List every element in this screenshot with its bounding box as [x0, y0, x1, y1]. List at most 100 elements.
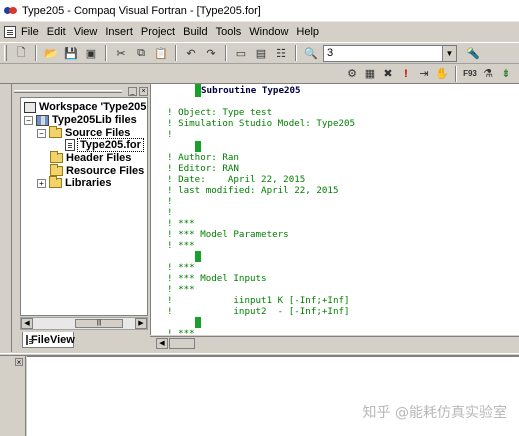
code-line: Subroutine Type205 — [201, 85, 301, 96]
collapse-icon[interactable]: − — [37, 128, 46, 138]
toolbar-separator — [225, 45, 227, 61]
copy-icon[interactable]: ⧉ — [133, 45, 149, 61]
tree-project[interactable]: − Type205Lib files — [24, 114, 137, 126]
tree-source-files-label: Source Files — [65, 127, 131, 139]
toolbar-separator — [295, 45, 297, 61]
window-title: Type205 - Compaq Visual Fortran - [Type2… — [22, 4, 261, 17]
build-icon[interactable]: ▦ — [363, 66, 377, 82]
code-line: ! *** Model Parameters — [167, 229, 289, 240]
output-dock-strip — [12, 356, 26, 436]
stop-build-icon[interactable]: ✖ — [381, 66, 395, 82]
workspace-grip[interactable] — [14, 89, 122, 93]
find-icon[interactable]: 🔦 — [465, 45, 481, 61]
tree-file-type205[interactable]: Type205.for — [65, 138, 144, 152]
toolbar-grip[interactable] — [4, 45, 7, 61]
menu-help[interactable]: Help — [296, 26, 319, 38]
code-line: ! iinput1 K [-Inf;+Inf] — [167, 295, 350, 306]
execute-icon[interactable]: ! — [399, 66, 413, 82]
wizard-icon[interactable]: ⚗ — [481, 66, 495, 82]
menu-build[interactable]: Build — [183, 26, 207, 38]
code-line: ! Editor: RAN — [167, 163, 239, 174]
folder-icon — [49, 176, 62, 188]
undo-icon[interactable]: ↶ — [183, 45, 199, 61]
output-window[interactable] — [27, 356, 519, 436]
fortran-file-icon — [65, 139, 75, 151]
open-folder-icon[interactable]: 📂 — [43, 45, 59, 61]
scroll-left-icon[interactable]: ◀ — [156, 338, 168, 349]
title-bar: Type205 - Compaq Visual Fortran - [Type2… — [0, 0, 519, 22]
workspace-icon — [24, 101, 36, 113]
menu-tools[interactable]: Tools — [216, 26, 242, 38]
code-line: ! last modified: April 22, 2015 — [167, 185, 339, 196]
breakpoint-icon[interactable]: ✋ — [435, 66, 449, 82]
tab-fileview[interactable]: FileView — [22, 332, 75, 348]
tree-workspace[interactable]: Workspace 'Type205': — [24, 101, 147, 113]
code-line: ! *** — [167, 240, 195, 251]
tree-header-files[interactable]: Header Files — [50, 151, 132, 164]
scroll-left-icon[interactable]: ◀ — [21, 318, 33, 329]
line-marker — [195, 251, 201, 262]
fileview-icon — [26, 334, 33, 345]
compile-icon[interactable]: ⚙ — [345, 66, 359, 82]
minimize-icon[interactable]: _ — [128, 86, 137, 96]
tree-source-files[interactable]: − Source Files — [37, 126, 131, 139]
scroll-track[interactable] — [169, 338, 195, 349]
code-line: ! input2 - [-Inf;+Inf] — [167, 306, 350, 317]
collapse-icon[interactable]: − — [24, 115, 33, 125]
workspace-icon[interactable]: ▭ — [233, 45, 249, 61]
scroll-thumb[interactable]: ||| — [75, 319, 123, 328]
find-combo[interactable]: 3 ▼ — [323, 44, 457, 62]
scroll-right-icon[interactable]: ▶ — [135, 318, 147, 329]
menu-file[interactable]: File — [21, 26, 39, 38]
pin-icon[interactable]: ⇟ — [499, 66, 513, 82]
tab-fileview-label: FileView — [31, 333, 75, 346]
close-icon[interactable]: × — [139, 86, 148, 96]
menu-edit[interactable]: Edit — [47, 26, 66, 38]
workspace-header: _ × — [14, 86, 148, 96]
tree-libraries[interactable]: + Libraries — [37, 176, 112, 189]
close-icon[interactable]: × — [15, 358, 23, 367]
menu-project[interactable]: Project — [141, 26, 175, 38]
tree-header-files-label: Header Files — [66, 152, 132, 164]
code-editor[interactable]: Subroutine Type205 ! Object: Type test !… — [150, 84, 519, 335]
window-list-icon[interactable]: ☷ — [273, 45, 289, 61]
document-icon[interactable] — [4, 26, 16, 38]
go-icon[interactable]: ⇥ — [417, 66, 431, 82]
expand-icon[interactable]: + — [37, 178, 46, 188]
menu-bar: File Edit View Insert Project Build Tool… — [0, 22, 519, 42]
paste-icon[interactable]: 📋 — [153, 45, 169, 61]
format-icon[interactable]: F93 — [463, 66, 477, 82]
code-line: ! *** — [167, 262, 195, 273]
tree-libraries-label: Libraries — [65, 177, 112, 189]
chevron-down-icon[interactable]: ▼ — [442, 45, 456, 61]
new-file-icon[interactable]: 🗋 — [13, 45, 29, 61]
toolbar-separator — [105, 45, 107, 61]
code-line: ! Object: Type test — [167, 107, 273, 118]
tree-file-label: Type205.for — [77, 138, 144, 152]
editor-horizontal-scrollbar[interactable]: ◀ — [150, 336, 519, 350]
code-line: ! — [167, 196, 173, 207]
menu-window[interactable]: Window — [249, 26, 288, 38]
tree-horizontal-scrollbar[interactable]: ◀ ||| ▶ — [20, 317, 148, 330]
code-line: ! — [167, 129, 173, 140]
cut-icon[interactable]: ✂ — [113, 45, 129, 61]
output-window-icon[interactable]: ▤ — [253, 45, 269, 61]
code-line: ! *** Model Inputs — [167, 273, 267, 284]
standard-toolbar: 🗋 📂 💾 ▣ ✂ ⧉ 📋 ↶ ↷ ▭ ▤ ☷ 🔍 3 ▼ 🔦 — [0, 42, 519, 64]
menu-insert[interactable]: Insert — [105, 26, 133, 38]
find-in-files-icon[interactable]: 🔍 — [303, 45, 319, 61]
tree-project-label: Type205Lib files — [52, 114, 137, 126]
tree-resource-files-label: Resource Files — [66, 165, 145, 177]
build-toolbar: ⚙ ▦ ✖ ! ⇥ ✋ F93 ⚗ ⇟ — [0, 64, 519, 84]
menu-view[interactable]: View — [74, 26, 98, 38]
redo-icon[interactable]: ↷ — [203, 45, 219, 61]
toolbar-separator — [175, 45, 177, 61]
save-icon[interactable]: 💾 — [63, 45, 79, 61]
code-line: ! Simulation Studio Model: Type205 — [167, 118, 356, 129]
save-all-icon[interactable]: ▣ — [83, 45, 99, 61]
code-line: ! Author: Ran — [167, 152, 239, 163]
toolbar-separator — [455, 65, 457, 82]
folder-open-icon — [49, 126, 62, 138]
tree-resource-files[interactable]: Resource Files — [50, 164, 145, 177]
folder-icon — [50, 164, 63, 176]
